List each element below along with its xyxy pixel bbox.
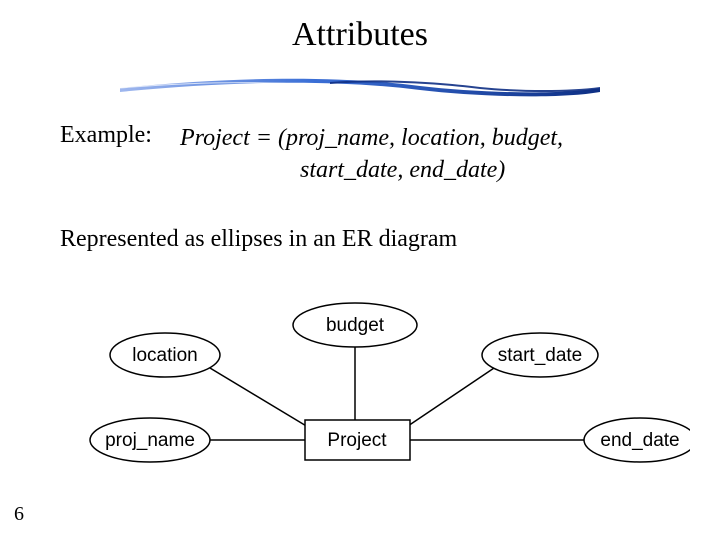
- attr-enddate-label: end_date: [600, 430, 679, 451]
- slide: Attributes Example: Project = (proj_name…: [0, 0, 720, 540]
- example-line2: start_date, end_date): [180, 154, 680, 186]
- example-definition: Project = (proj_name, location, budget, …: [180, 122, 680, 187]
- represented-text: Represented as ellipses in an ER diagram: [60, 226, 457, 253]
- edge-startdate: [405, 364, 500, 428]
- example-line1: Project = (proj_name, location, budget,: [180, 122, 680, 154]
- attr-budget-label: budget: [326, 315, 385, 336]
- page-title: Attributes: [0, 16, 720, 54]
- edge-location: [205, 365, 308, 427]
- er-diagram: budget location proj_name start_date end…: [60, 290, 690, 490]
- entity-project-label: Project: [327, 430, 387, 451]
- page-number: 6: [14, 503, 24, 526]
- divider-swoosh: [120, 74, 600, 102]
- attr-projname-label: proj_name: [105, 430, 195, 451]
- attr-startdate-label: start_date: [498, 345, 583, 366]
- attr-location-label: location: [132, 345, 198, 366]
- example-label: Example:: [60, 122, 152, 149]
